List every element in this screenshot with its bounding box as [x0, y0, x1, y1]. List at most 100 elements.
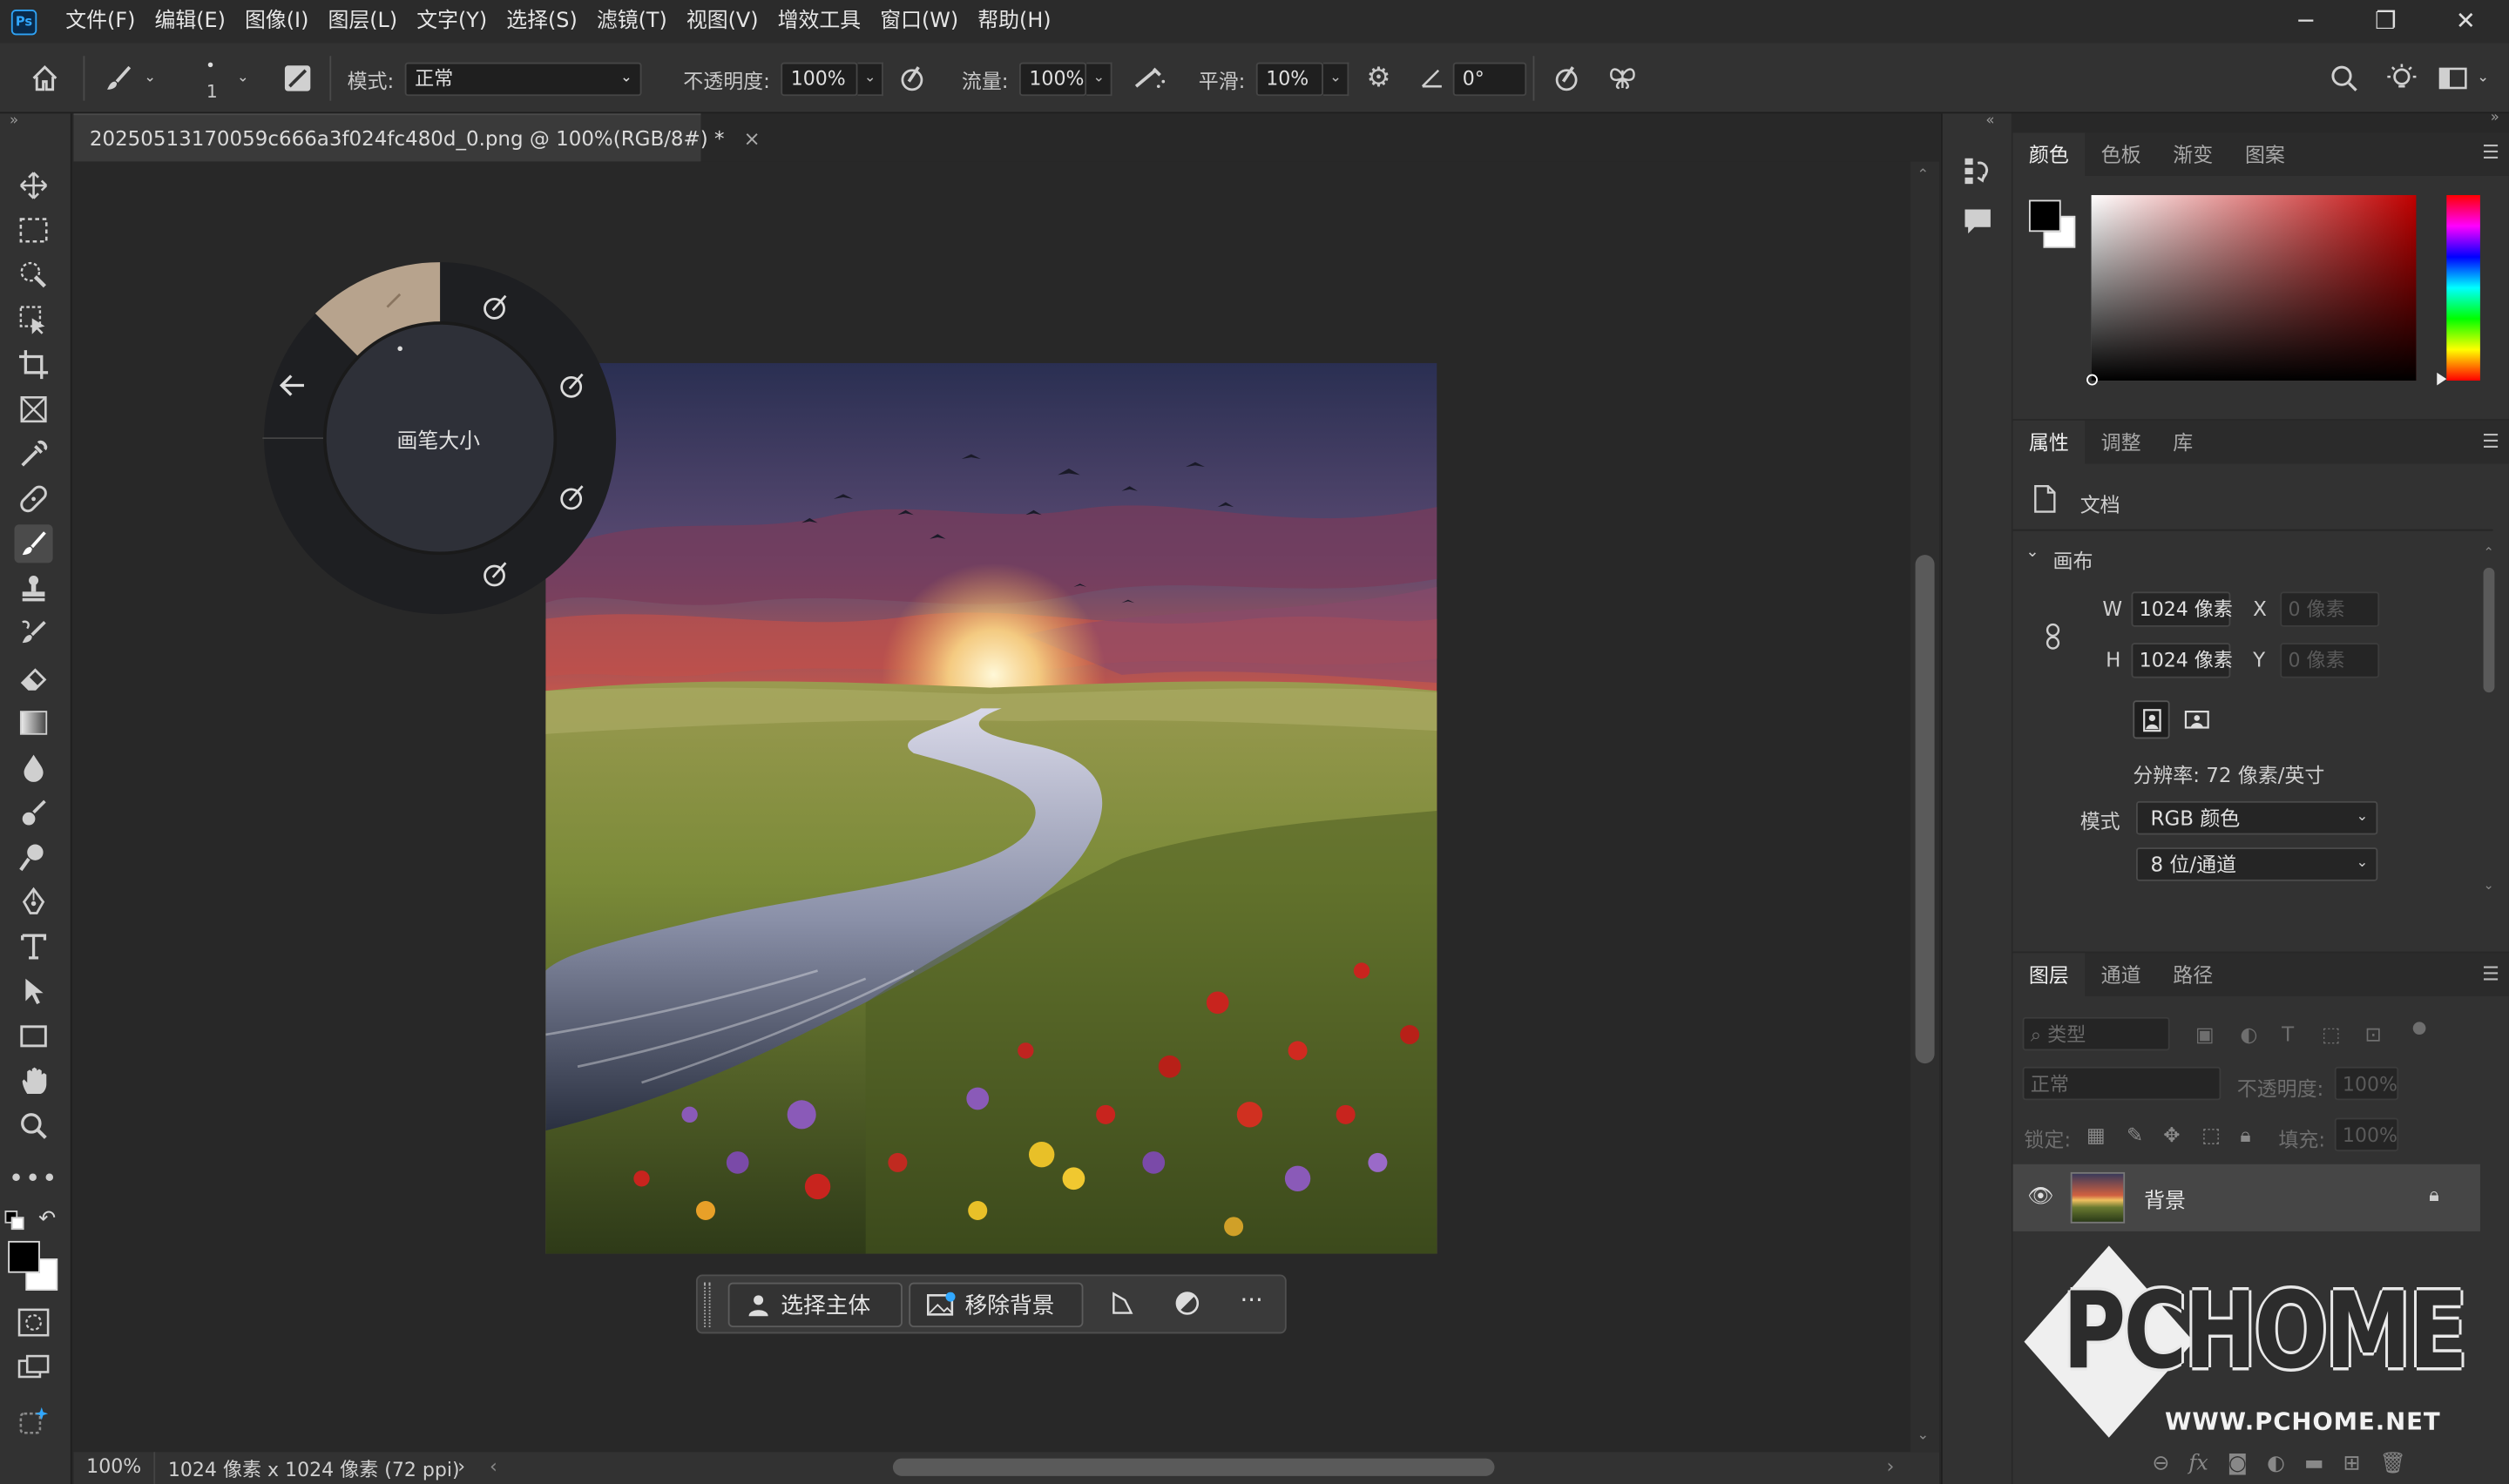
layer-opacity-input[interactable]: 100%: [2334, 1066, 2399, 1101]
restore-button[interactable]: ❐: [2346, 0, 2426, 44]
menu-type[interactable]: 文字(Y): [407, 0, 497, 44]
menu-select[interactable]: 选择(S): [497, 0, 587, 44]
eye-icon[interactable]: 👁︎: [2027, 1185, 2053, 1210]
more-options-button[interactable]: ···: [1240, 1285, 1262, 1314]
filter-toggle-icon[interactable]: [2412, 1022, 2426, 1035]
type-tool[interactable]: [15, 928, 53, 966]
tab-gradients[interactable]: 渐变: [2157, 132, 2229, 176]
symmetry-button[interactable]: [1606, 44, 1639, 114]
lock-all-icon[interactable]: 🔒︎: [2240, 1123, 2250, 1148]
tab-channels[interactable]: 通道: [2085, 953, 2157, 996]
menu-layer[interactable]: 图层(L): [318, 0, 407, 44]
foreground-color-swatch[interactable]: [8, 1240, 40, 1273]
angle-input[interactable]: 0°: [1452, 61, 1527, 96]
lock-position-icon[interactable]: ✥: [2163, 1123, 2180, 1147]
rectangle-tool[interactable]: [15, 1017, 53, 1056]
canvas-section-title[interactable]: 画布: [2053, 543, 2093, 574]
horizontal-scrollbar-thumb[interactable]: [892, 1458, 1495, 1476]
delete-layer-icon[interactable]: 🗑︎: [2380, 1451, 2406, 1475]
blur-tool[interactable]: [15, 748, 53, 786]
generative-fill-button[interactable]: [15, 1401, 53, 1440]
smoothing-input[interactable]: 10%: [1256, 61, 1324, 96]
mode-select[interactable]: 正常 ⌄: [405, 61, 642, 96]
menu-edit[interactable]: 编辑(E): [145, 0, 235, 44]
tool-preset-picker[interactable]: ⌄: [103, 44, 156, 114]
workspace-button[interactable]: ⌄: [2438, 44, 2489, 114]
dodge-burn-tool[interactable]: [15, 838, 53, 876]
color-mode-select[interactable]: RGB 颜色 ⌄: [2135, 800, 2378, 835]
smart-object-filter-icon[interactable]: ⊡: [2365, 1022, 2382, 1046]
vertical-scrollbar-thumb[interactable]: [1915, 555, 1935, 1064]
layer-filter-select[interactable]: ⌕ 类型: [2022, 1016, 2170, 1051]
airbrush-toggle[interactable]: [1132, 44, 1167, 114]
collapse-toolbar-icon[interactable]: »: [10, 113, 18, 129]
close-button[interactable]: ✕: [2425, 0, 2506, 44]
new-layer-icon[interactable]: ⊞: [2343, 1451, 2361, 1475]
history-panel-button[interactable]: [1962, 155, 1994, 192]
quick-selection-tool[interactable]: [15, 256, 53, 294]
scroll-down-icon[interactable]: ⌄: [2484, 878, 2494, 893]
fill-input[interactable]: 100%: [2334, 1117, 2399, 1152]
type-filter-icon[interactable]: T: [2282, 1022, 2294, 1046]
path-selection-tool[interactable]: [15, 972, 53, 1010]
smoothing-options-button[interactable]: ⚙: [1367, 44, 1391, 114]
tab-swatches[interactable]: 色板: [2085, 132, 2157, 176]
pressure-size-toggle[interactable]: [1551, 44, 1583, 114]
pixel-filter-icon[interactable]: ▣: [2195, 1022, 2215, 1046]
select-subject-button[interactable]: 选择主体: [727, 1282, 903, 1328]
screen-mode-button[interactable]: [15, 1348, 53, 1386]
tab-layers[interactable]: 图层: [2012, 953, 2086, 996]
tab-properties[interactable]: 属性: [2012, 420, 2086, 464]
menu-image[interactable]: 图像(I): [235, 0, 318, 44]
flow-dropdown[interactable]: ⌄: [1086, 61, 1112, 96]
brush-settings-toggle[interactable]: [281, 44, 314, 114]
canvas-area[interactable]: 画笔大小: [73, 161, 1911, 1453]
object-selection-tool[interactable]: [15, 300, 53, 339]
panel-menu-icon[interactable]: ☰: [2482, 430, 2499, 453]
landscape-orientation-button[interactable]: [2180, 700, 2216, 739]
quick-mask-button[interactable]: [15, 1304, 53, 1342]
minimize-button[interactable]: ─: [2266, 0, 2346, 44]
edit-toolbar-button[interactable]: •••: [9, 1157, 57, 1196]
collapse-icons-icon[interactable]: «: [1985, 113, 1994, 129]
layer-name[interactable]: 背景: [2144, 1184, 2186, 1214]
flow-input[interactable]: 100%: [1019, 61, 1087, 96]
marquee-tool[interactable]: [15, 211, 53, 249]
default-colors-button[interactable]: [4, 1211, 28, 1233]
history-brush-tool[interactable]: [15, 614, 53, 652]
pen-tool[interactable]: [15, 883, 53, 921]
pressure-opacity-toggle[interactable]: [896, 44, 929, 114]
y-input[interactable]: 0 像素: [2280, 643, 2380, 678]
drag-handle[interactable]: [704, 1282, 711, 1328]
scroll-right-icon[interactable]: ›: [1886, 1455, 1894, 1478]
new-group-icon[interactable]: ▬: [2304, 1451, 2324, 1475]
tab-paths[interactable]: 路径: [2157, 953, 2229, 996]
panel-menu-icon[interactable]: ☰: [2482, 962, 2499, 985]
width-input[interactable]: 1024 像素: [2131, 591, 2233, 627]
opacity-input[interactable]: 100%: [781, 61, 858, 96]
menu-help[interactable]: 帮助(H): [968, 0, 1060, 44]
zoom-tool[interactable]: [15, 1107, 53, 1145]
color-picker-handle[interactable]: [2086, 374, 2098, 386]
smoothing-dropdown[interactable]: ⌄: [1323, 61, 1349, 96]
dodge-tool[interactable]: [15, 793, 53, 832]
menu-filter[interactable]: 滤镜(T): [587, 0, 677, 44]
tab-libraries[interactable]: 库: [2157, 421, 2209, 464]
document-tab[interactable]: 20250513170059c666a3f024fc480d_0.png @ 1…: [73, 113, 761, 162]
collapse-panels-icon[interactable]: »: [2491, 111, 2499, 126]
lock-transparent-icon[interactable]: ▦: [2086, 1123, 2106, 1147]
new-adjustment-icon[interactable]: ◐: [2267, 1451, 2285, 1475]
lock-artboard-icon[interactable]: ⬚: [2201, 1123, 2221, 1147]
shape-filter-icon[interactable]: ⬚: [2322, 1022, 2341, 1046]
link-icon[interactable]: [2045, 622, 2060, 656]
canvas-image[interactable]: [545, 362, 1437, 1254]
clone-stamp-tool[interactable]: [15, 570, 53, 608]
tab-patterns[interactable]: 图案: [2229, 132, 2302, 176]
hand-tool[interactable]: [15, 1062, 53, 1100]
portrait-orientation-button[interactable]: [2133, 700, 2170, 739]
adjustment-filter-icon[interactable]: ◐: [2240, 1022, 2257, 1046]
menu-window[interactable]: 窗口(W): [870, 0, 968, 44]
comments-panel-button[interactable]: [1962, 205, 1994, 241]
hue-slider-handle[interactable]: [2437, 372, 2447, 386]
chevron-down-icon[interactable]: ⌄: [2025, 543, 2039, 561]
